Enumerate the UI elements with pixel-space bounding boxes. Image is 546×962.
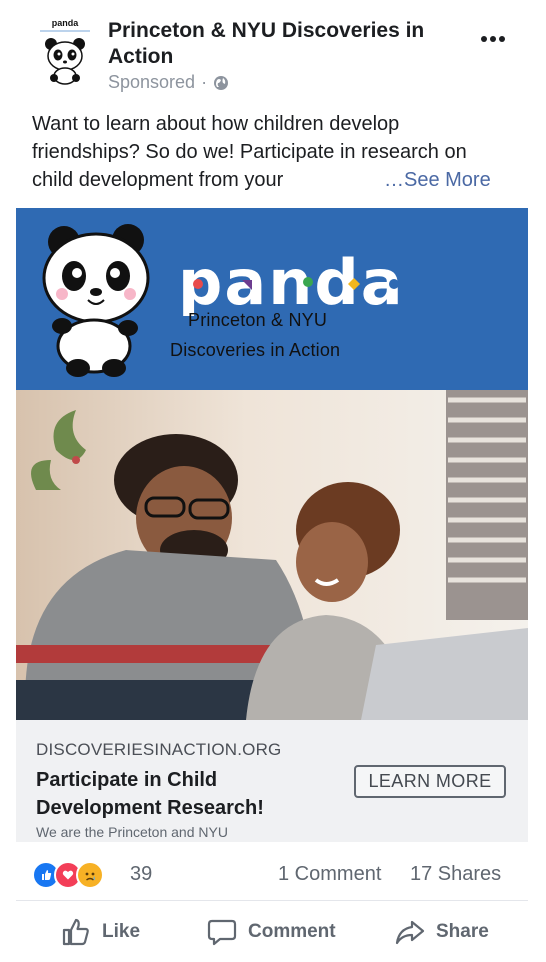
see-more-link[interactable]: …See More — [384, 166, 491, 194]
link-domain: DISCOVERIESINACTION.ORG — [36, 740, 282, 759]
divider — [16, 900, 528, 901]
link-description: We are the Princeton and NYU — [36, 824, 228, 840]
share-arrow-icon — [395, 920, 425, 945]
meta-separator: · — [201, 72, 208, 92]
more-dots-icon — [481, 36, 505, 42]
svg-text:panda: panda — [178, 246, 405, 316]
banner-line-2: Discoveries in Action — [170, 340, 341, 360]
learn-more-button[interactable]: LEARN MORE — [354, 765, 506, 798]
ad-photo[interactable] — [16, 390, 528, 720]
shares-count-link[interactable]: 17 Shares — [410, 863, 501, 886]
reaction-icons[interactable] — [32, 861, 104, 889]
page-avatar[interactable]: panda — [34, 16, 96, 86]
panda-wordmark: panda — [178, 246, 405, 316]
sad-reaction-icon — [76, 861, 104, 889]
father-daughter-photo — [16, 390, 528, 720]
post-meta: Sponsored · — [108, 72, 229, 93]
banner-line-1: Princeton & NYU — [188, 310, 328, 330]
link-preview[interactable]: DISCOVERIESINACTION.ORG Participate in C… — [16, 720, 528, 842]
more-options-button[interactable] — [478, 28, 510, 48]
like-button[interactable]: Like — [60, 914, 140, 950]
like-label: Like — [102, 921, 141, 942]
comments-count-link[interactable]: 1 Comment — [278, 863, 381, 886]
comment-label: Comment — [248, 921, 336, 942]
comment-button[interactable]: Comment — [206, 914, 336, 950]
svg-text:panda: panda — [52, 18, 79, 28]
sponsored-label[interactable]: Sponsored — [108, 72, 195, 93]
link-title[interactable]: Participate in Child Development Researc… — [36, 766, 336, 822]
ad-banner[interactable]: panda — [16, 208, 528, 390]
share-label: Share — [436, 921, 489, 942]
panda-logo-icon: panda — [40, 18, 90, 85]
reaction-count[interactable]: 39 — [130, 863, 152, 886]
thumbs-up-icon — [62, 918, 89, 946]
globe-icon — [214, 75, 229, 90]
post-header: panda Princeton & NYU Discoveries in Act… — [0, 0, 546, 104]
share-button[interactable]: Share — [394, 914, 489, 950]
comment-bubble-icon — [207, 919, 237, 946]
page-name-link[interactable]: Princeton & NYU Discoveries in Action — [108, 18, 468, 70]
